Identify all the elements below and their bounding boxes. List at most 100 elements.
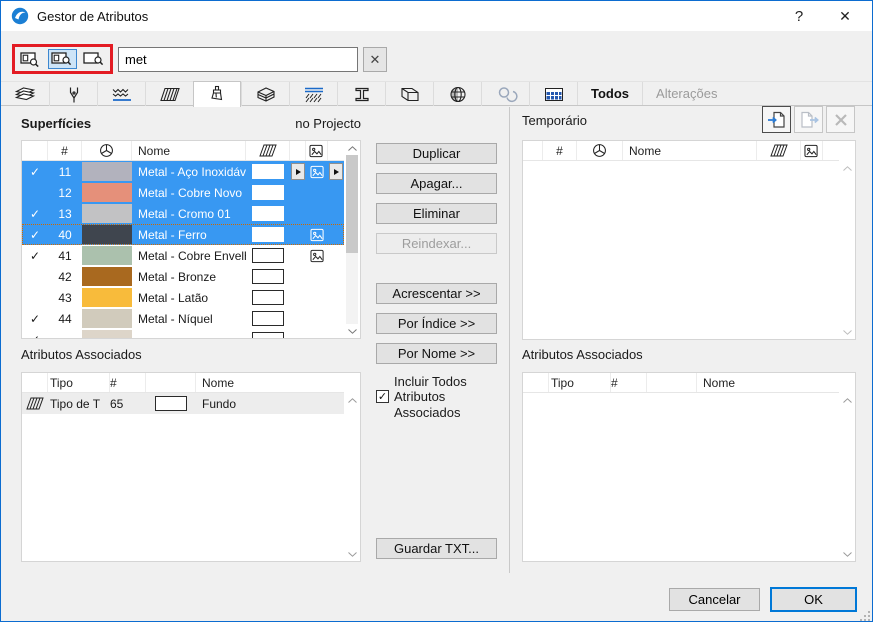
delete-x-icon [831, 110, 851, 130]
id-column-header[interactable]: # [48, 141, 82, 160]
search-both-panels-button[interactable] [48, 49, 76, 69]
window-title: Gestor de Atributos [37, 9, 148, 24]
scroll-up-arrow[interactable] [344, 141, 360, 155]
tab-operation-profiles[interactable] [481, 82, 529, 106]
expander-button[interactable] [291, 163, 305, 180]
tab-fill-types[interactable] [145, 82, 193, 106]
surface-color-swatch[interactable] [82, 245, 132, 266]
import-icon [766, 109, 788, 131]
name-column-header[interactable]: Nome [623, 141, 757, 160]
surface-color-swatch[interactable] [82, 266, 132, 287]
surface-color-swatch[interactable] [82, 161, 132, 182]
type-column-header[interactable]: Tipo [48, 373, 110, 392]
clear-search-button[interactable]: ✕ [363, 47, 387, 72]
search-left-panel-button[interactable] [17, 49, 45, 69]
row-name: Metal - Cobre Envelh... [132, 249, 246, 263]
search-both-panels-icon [51, 51, 73, 68]
tab-zone-categories[interactable] [385, 82, 433, 106]
surface-row[interactable]: ✓ 40 Metal - Ferro [22, 224, 344, 245]
row-checkmark: ✓ [22, 249, 48, 263]
fill-swatch-cell[interactable] [246, 269, 290, 284]
by-name-button[interactable]: Por Nome >> [376, 343, 497, 364]
import-to-temporary-button[interactable] [762, 106, 791, 133]
surface-row[interactable]: ✓ 11 Metal - Aço Inoxidável [22, 161, 344, 182]
id-column-header[interactable]: # [543, 141, 577, 160]
associated-scrollbar-right[interactable] [839, 393, 855, 561]
surface-row[interactable]: 12 Metal - Cobre Novo [22, 182, 344, 203]
tab-mep-systems[interactable] [529, 82, 577, 106]
scrollbar-thumb[interactable] [346, 155, 358, 253]
tab-todos[interactable]: Todos [577, 82, 642, 105]
tab-alterações[interactable]: Alterações [642, 82, 730, 105]
tab-surfaces[interactable] [193, 81, 241, 107]
include-all-checkbox[interactable]: ✓ [376, 390, 389, 403]
fill-swatch-cell[interactable] [246, 332, 290, 338]
append-button[interactable]: Acrescentar >> [376, 283, 497, 304]
scroll-down-arrow[interactable] [344, 324, 360, 338]
surface-row[interactable]: ✓ 44 Metal - Níquel [22, 308, 344, 329]
scroll-up-arrow[interactable] [344, 393, 360, 407]
tab-layers[interactable] [1, 82, 49, 106]
associated-attribute-row[interactable]: Tipo de T 65 Fundo [22, 393, 344, 414]
attribute-id: 65 [110, 397, 146, 411]
composites-icon [254, 85, 278, 104]
surface-row[interactable]: ✓ 41 Metal - Cobre Envelh... [22, 245, 344, 266]
save-txt-button[interactable]: Guardar TXT... [376, 538, 497, 559]
surface-color-swatch[interactable] [82, 329, 132, 338]
surfaces-scrollbar[interactable] [344, 141, 360, 338]
id-column-header[interactable]: # [611, 373, 647, 392]
tab-pens[interactable] [49, 82, 97, 106]
name-column-header[interactable]: Nome [196, 373, 344, 392]
close-button[interactable]: ✕ [828, 1, 862, 31]
attribute-manager-dialog: Gestor de Atributos ? ✕ ✕ TodosAlteraçõe… [0, 0, 873, 622]
scroll-down-arrow[interactable] [839, 547, 855, 561]
duplicate-button[interactable]: Duplicar [376, 143, 497, 164]
fill-swatch-cell[interactable] [246, 248, 290, 263]
tab-building-materials[interactable] [289, 82, 337, 106]
row-id: 11 [48, 165, 82, 179]
fill-swatch-cell[interactable] [246, 185, 290, 200]
scroll-down-arrow[interactable] [344, 547, 360, 561]
surface-color-swatch[interactable] [82, 203, 132, 224]
scroll-up-arrow[interactable] [839, 161, 855, 175]
temporary-scrollbar[interactable] [839, 161, 855, 339]
id-column-header[interactable]: # [110, 373, 146, 392]
name-column-header[interactable]: Nome [697, 373, 839, 392]
resize-grip[interactable] [860, 611, 862, 613]
reindex-button: Reindexar... [376, 233, 497, 254]
fill-swatch-cell[interactable] [246, 290, 290, 305]
surface-color-swatch[interactable] [82, 308, 132, 329]
surface-color-swatch[interactable] [82, 287, 132, 308]
help-button[interactable]: ? [782, 1, 816, 31]
by-index-button[interactable]: Por Índice >> [376, 313, 497, 334]
surface-row[interactable]: 42 Metal - Bronze [22, 266, 344, 287]
fill-swatch-cell[interactable] [246, 227, 290, 242]
fill-swatch-cell[interactable] [246, 311, 290, 326]
texture-column-icon [804, 144, 819, 158]
row-name: Metal - Aço Inoxidável [132, 165, 246, 179]
tab-cities[interactable] [433, 82, 481, 106]
expander-button[interactable] [329, 163, 343, 180]
search-right-panel-button[interactable] [80, 49, 108, 69]
type-column-header[interactable]: Tipo [549, 373, 611, 392]
delete-button[interactable]: Apagar... [376, 173, 497, 194]
surface-row[interactable]: 43 Metal - Latão [22, 287, 344, 308]
export-icon [798, 109, 820, 131]
associated-scrollbar[interactable] [344, 393, 360, 561]
fill-swatch-cell[interactable] [246, 206, 290, 221]
surface-color-swatch[interactable] [82, 224, 132, 245]
surface-row[interactable]: ✓ [22, 329, 344, 338]
surface-row[interactable]: ✓ 13 Metal - Cromo 01 [22, 203, 344, 224]
purge-button[interactable]: Eliminar [376, 203, 497, 224]
tab-composites[interactable] [241, 82, 289, 106]
name-column-header[interactable]: Nome [132, 141, 246, 160]
surface-color-swatch[interactable] [82, 182, 132, 203]
tab-line-types[interactable] [97, 82, 145, 106]
cancel-button[interactable]: Cancelar [669, 588, 760, 611]
search-input[interactable] [118, 47, 358, 72]
scroll-up-arrow[interactable] [839, 393, 855, 407]
ok-button[interactable]: OK [770, 587, 857, 612]
scroll-down-arrow[interactable] [839, 325, 855, 339]
fill-swatch-cell[interactable] [246, 164, 290, 179]
tab-profiles[interactable] [337, 82, 385, 106]
